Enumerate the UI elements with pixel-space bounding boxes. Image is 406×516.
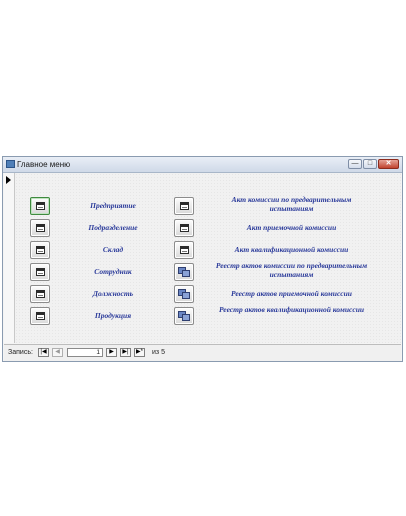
form-icon xyxy=(35,268,45,276)
main-menu-window: Главное меню — □ ✕ Предприятие Подраздел… xyxy=(2,156,403,362)
report-icon xyxy=(178,267,190,277)
form-icon xyxy=(179,202,189,210)
form-icon xyxy=(179,224,189,232)
report-label-acceptance-registry: Реестр актов приемочной комиссии xyxy=(231,289,352,298)
report-label-preliminary-registry: Реестр актов комиссии по предварительным… xyxy=(215,261,368,279)
record-navigator: Запись: |◀ ◀ 1 ▶ ▶| ▶* из 5 xyxy=(4,344,401,361)
form-label-position: Должность xyxy=(92,289,134,298)
open-report-button-qualification-registry[interactable] xyxy=(174,307,194,325)
form-icon xyxy=(35,290,45,298)
form-icon xyxy=(35,224,45,232)
title-bar[interactable]: Главное меню — □ ✕ xyxy=(3,157,402,173)
current-record-arrow-icon xyxy=(6,176,11,184)
report-icon xyxy=(178,311,190,321)
open-form-button-warehouse[interactable] xyxy=(30,241,50,259)
open-report-button-acceptance-act[interactable] xyxy=(174,219,194,237)
close-button[interactable]: ✕ xyxy=(378,159,399,169)
minimize-button[interactable]: — xyxy=(348,159,362,169)
record-selector[interactable] xyxy=(4,173,15,343)
first-record-button[interactable]: |◀ xyxy=(38,348,49,357)
open-report-button-acceptance-registry[interactable] xyxy=(174,285,194,303)
form-label-warehouse: Склад xyxy=(102,245,124,254)
report-label-qualification-registry: Реестр актов квалификационной комиссии xyxy=(218,305,365,314)
open-form-button-department[interactable] xyxy=(30,219,50,237)
last-record-button[interactable]: ▶| xyxy=(120,348,131,357)
form-icon xyxy=(179,246,189,254)
report-label-qualification-act: Акт квалификационной комиссии xyxy=(234,245,349,254)
next-record-button[interactable]: ▶ xyxy=(106,348,117,357)
form-icon xyxy=(35,202,45,210)
record-label: Запись: xyxy=(8,349,33,356)
form-label-enterprise: Предприятие xyxy=(90,201,136,210)
form-icon xyxy=(35,312,45,320)
open-form-button-position[interactable] xyxy=(30,285,50,303)
form-body: Предприятие Подразделение Склад Сотрудни… xyxy=(15,173,401,343)
report-label-acceptance-act: Акт приемочной комиссии xyxy=(246,223,337,232)
open-report-button-preliminary-act[interactable] xyxy=(174,197,194,215)
maximize-button[interactable]: □ xyxy=(363,159,377,169)
previous-record-button[interactable]: ◀ xyxy=(52,348,63,357)
open-form-button-employee[interactable] xyxy=(30,263,50,281)
report-icon xyxy=(178,289,190,299)
current-record-field[interactable]: 1 xyxy=(67,348,103,357)
form-icon xyxy=(35,246,45,254)
form-window-icon xyxy=(6,160,15,168)
report-label-preliminary-act: Акт комиссии по предварительным испытани… xyxy=(231,195,352,213)
open-report-button-qualification-act[interactable] xyxy=(174,241,194,259)
open-report-button-preliminary-registry[interactable] xyxy=(174,263,194,281)
form-label-products: Продукция xyxy=(94,311,132,320)
open-form-button-enterprise[interactable] xyxy=(30,197,50,215)
open-form-button-products[interactable] xyxy=(30,307,50,325)
window-title: Главное меню xyxy=(17,160,71,169)
new-record-button[interactable]: ▶* xyxy=(134,348,145,357)
form-label-department: Подразделение xyxy=(88,223,138,232)
record-count: из 5 xyxy=(152,349,165,356)
form-label-employee: Сотрудник xyxy=(94,267,132,276)
